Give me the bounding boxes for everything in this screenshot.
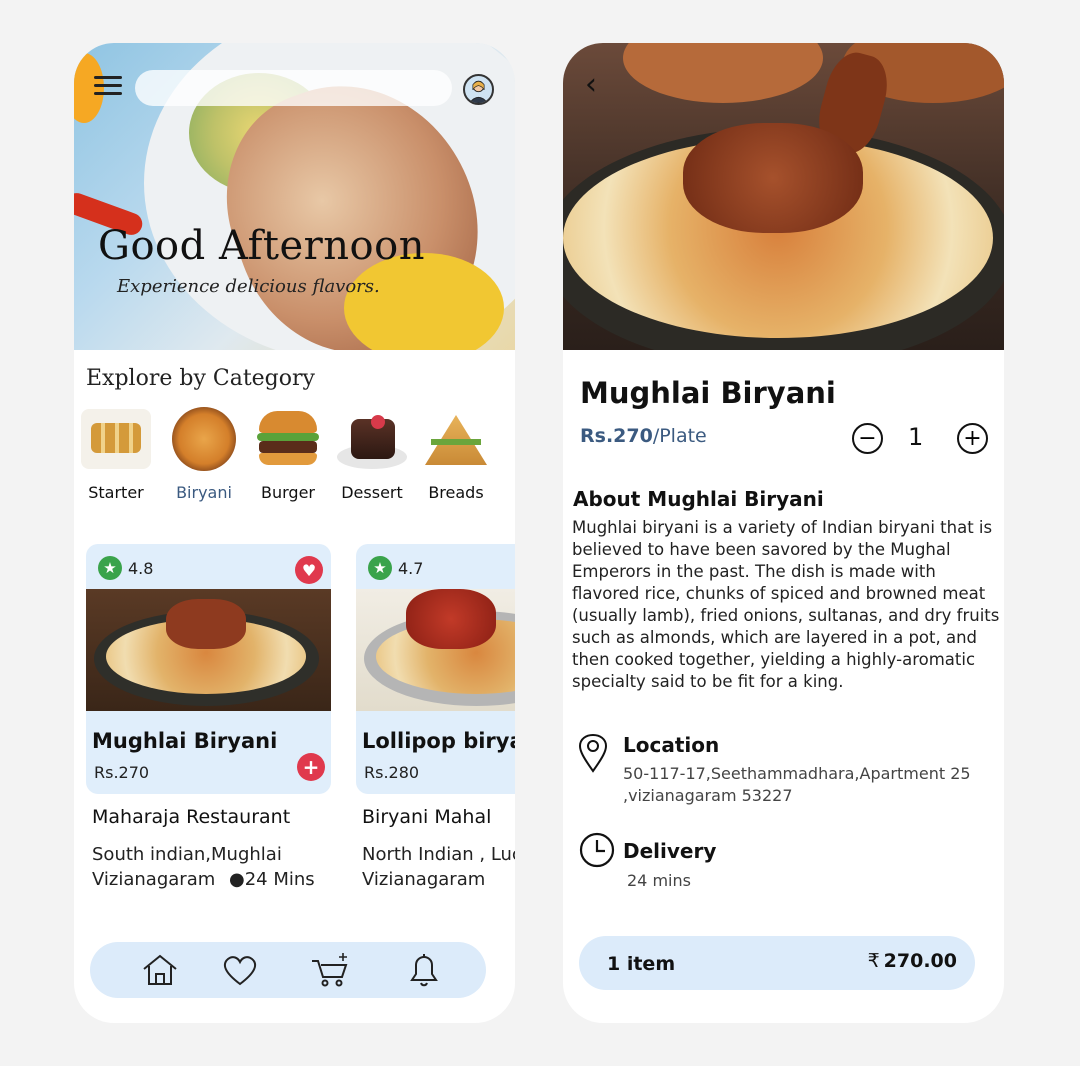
food-price: Rs.270	[94, 763, 150, 782]
category-label: Breads	[428, 483, 484, 502]
biryani-image	[169, 407, 239, 471]
cart-total-value: 270.00	[883, 950, 957, 972]
greeting-tagline: Experience delicious flavors.	[117, 276, 380, 297]
rating-value: 4.7	[398, 558, 424, 578]
cart-item-count: 1 item	[607, 953, 676, 975]
cart-total: ₹270.00	[868, 950, 957, 972]
delivery-time: 24 mins	[627, 871, 691, 890]
category-label: Starter	[88, 483, 144, 502]
quantity-value: 1	[908, 423, 924, 451]
food-image	[356, 589, 515, 711]
location-pin-icon	[577, 733, 609, 773]
restaurant-name: Biryani Mahal	[362, 806, 492, 828]
dish-hero-image: ‹	[563, 43, 1004, 350]
city: Vizianagaram	[362, 869, 486, 890]
cart-summary-button[interactable]: 1 item ₹270.00	[579, 936, 975, 990]
dish-price: Rs.270/Plate	[580, 425, 707, 447]
star-icon: ★	[368, 556, 392, 580]
greeting-title: Good Afternoon	[98, 223, 425, 269]
category-dessert[interactable]: Dessert	[330, 409, 414, 502]
decrease-quantity-button[interactable]: −	[852, 423, 883, 454]
cuisine: North Indian , Lucknowi	[362, 844, 515, 865]
food-card[interactable]: ★ 4.8 ♥ Mughlai Biryani Rs.270 +	[86, 544, 331, 794]
bell-icon[interactable]	[404, 952, 444, 988]
price-value: Rs.270	[580, 425, 653, 447]
starter-image	[81, 409, 151, 469]
category-biryani[interactable]: Biryani	[162, 407, 246, 502]
dish-title: Mughlai Biryani	[580, 376, 836, 410]
restaurant-meta: North Indian , Lucknowi Vizianagaram	[362, 842, 515, 892]
breads-image	[421, 409, 491, 469]
category-label: Burger	[261, 483, 315, 502]
back-chevron-icon[interactable]: ‹	[585, 67, 597, 102]
price-unit: /Plate	[652, 425, 707, 447]
detail-screen: ‹ Mughlai Biryani Rs.270/Plate − 1 + Abo…	[563, 43, 1004, 1023]
category-breads[interactable]: Breads	[414, 409, 498, 502]
about-description: Mughlai biryani is a variety of Indian b…	[572, 518, 1000, 691]
category-label: Dessert	[341, 483, 403, 502]
delivery-time: ●24 Mins	[229, 869, 315, 890]
star-icon: ★	[98, 556, 122, 580]
clock-icon	[579, 832, 615, 868]
food-image	[86, 589, 331, 711]
location-address: 50-117-17,Seethammadhara,Apartment 25 ,v…	[623, 764, 971, 805]
location-title: Location	[623, 733, 720, 757]
heart-icon[interactable]	[220, 952, 260, 988]
bottom-nav	[90, 942, 486, 998]
favorite-heart-icon[interactable]: ♥	[295, 556, 323, 584]
category-starter[interactable]: Starter	[74, 409, 158, 502]
dessert-image	[337, 409, 407, 469]
rating: ★ 4.8	[98, 556, 153, 580]
increase-quantity-button[interactable]: +	[957, 423, 988, 454]
add-to-cart-icon[interactable]: +	[297, 753, 325, 781]
avatar[interactable]	[463, 74, 494, 105]
rating-value: 4.8	[128, 558, 154, 578]
location-time: Vizianagaram ●24 Mins	[92, 867, 315, 892]
category-label: Biryani	[176, 483, 232, 502]
restaurant-name: Maharaja Restaurant	[92, 806, 291, 828]
rating: ★ 4.7	[368, 556, 423, 580]
cuisine: South indian,Mughlai	[92, 844, 282, 865]
section-title: Explore by Category	[86, 366, 315, 391]
about-title: About Mughlai Biryani	[573, 487, 824, 511]
food-card[interactable]: ★ 4.7 Lollipop biryani Rs.280	[356, 544, 515, 794]
food-price: Rs.280	[364, 763, 420, 782]
food-name: Lollipop biryani	[362, 729, 515, 753]
rupee-icon: ₹	[867, 950, 880, 972]
food-name: Mughlai Biryani	[92, 729, 278, 753]
menu-icon[interactable]	[94, 76, 122, 98]
search-input[interactable]	[135, 70, 452, 106]
restaurant-meta: South indian,Mughlai Vizianagaram ●24 Mi…	[92, 842, 315, 892]
hero-banner: Good Afternoon Experience delicious flav…	[74, 43, 515, 350]
home-icon[interactable]	[140, 952, 180, 988]
city: Vizianagaram	[92, 869, 216, 890]
home-screen: Good Afternoon Experience delicious flav…	[74, 43, 515, 1023]
delivery-title: Delivery	[623, 839, 717, 863]
burger-image	[253, 409, 323, 469]
category-burger[interactable]: Burger	[246, 409, 330, 502]
cart-add-icon[interactable]	[310, 952, 350, 988]
